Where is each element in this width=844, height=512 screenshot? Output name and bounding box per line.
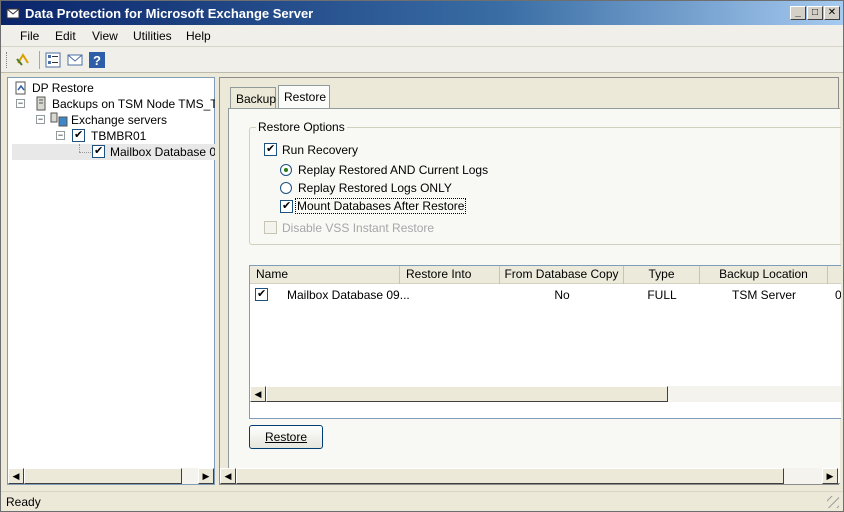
- menu-bar: File Edit View Utilities Help: [1, 25, 843, 47]
- help-icon[interactable]: ?: [88, 51, 106, 69]
- tree-label-root: DP Restore: [32, 81, 94, 95]
- app-window: Data Protection for Microsoft Exchange S…: [0, 0, 844, 512]
- replay-current-option[interactable]: Replay Restored AND Current Logs: [280, 162, 520, 178]
- tree-item-exchange-servers[interactable]: − Exchange servers: [12, 112, 212, 128]
- tree-label-group: Exchange servers: [71, 113, 168, 127]
- scroll-left-icon[interactable]: ◀: [250, 386, 266, 402]
- window-title: Data Protection for Microsoft Exchange S…: [25, 6, 314, 21]
- toolbar-separator: [39, 51, 40, 69]
- refresh-icon[interactable]: [14, 51, 32, 69]
- scroll-thumb[interactable]: [24, 468, 182, 484]
- menu-edit[interactable]: Edit: [55, 29, 76, 43]
- tree-line: [79, 152, 91, 153]
- scroll-left-icon[interactable]: ◀: [220, 468, 236, 484]
- scroll-left-icon[interactable]: ◀: [8, 468, 24, 484]
- menu-help[interactable]: Help: [186, 29, 211, 43]
- column-from-copy[interactable]: From Database Copy: [500, 266, 624, 284]
- row-checkbox[interactable]: [255, 287, 268, 301]
- tree-label-server: TBMBR01: [91, 129, 147, 143]
- backup-list[interactable]: Name Restore Into From Database Copy Typ…: [249, 265, 841, 419]
- cell-type: FULL: [647, 288, 677, 302]
- replay-current-label: Replay Restored AND Current Logs: [298, 163, 489, 177]
- replay-only-option[interactable]: Replay Restored Logs ONLY: [280, 180, 520, 196]
- disable-vss-option[interactable]: Disable VSS Instant Restore: [264, 220, 504, 236]
- cell-from-copy: No: [554, 288, 570, 302]
- scroll-thumb[interactable]: [266, 386, 668, 402]
- tree-item-server[interactable]: − TBMBR01: [12, 128, 212, 144]
- mount-databases-checkbox[interactable]: [280, 199, 293, 213]
- close-button[interactable]: ✕: [824, 6, 840, 20]
- tree-label-database: Mailbox Database 09: [110, 145, 216, 159]
- mount-databases-label: Mount Databases After Restore: [294, 198, 467, 214]
- run-recovery-option[interactable]: Run Recovery: [264, 142, 464, 158]
- replay-only-radio[interactable]: [280, 182, 292, 194]
- restore-options-title: Restore Options: [256, 120, 347, 134]
- column-overflow[interactable]: [828, 266, 841, 284]
- menu-view[interactable]: View: [92, 29, 118, 43]
- app-icon: [6, 8, 20, 19]
- scroll-right-icon[interactable]: ▶: [822, 468, 838, 484]
- list-horizontal-scrollbar[interactable]: ◀: [250, 386, 841, 402]
- disable-vss-label: Disable VSS Instant Restore: [282, 221, 435, 235]
- column-name[interactable]: Name: [250, 266, 400, 284]
- restore-node-icon: [15, 81, 26, 95]
- cell-location: TSM Server: [731, 288, 796, 302]
- server-icon: [36, 96, 46, 111]
- disable-vss-checkbox[interactable]: [264, 221, 277, 234]
- tree-pane: DP Restore − Backups on TSM Node TMS_TBM…: [7, 77, 244, 485]
- server-group-icon: [50, 112, 68, 127]
- restore-options-group: Restore Options Run Recovery Replay Rest…: [249, 120, 841, 245]
- menu-utilities[interactable]: Utilities: [133, 29, 172, 43]
- title-bar[interactable]: Data Protection for Microsoft Exchange S…: [1, 1, 843, 25]
- replay-only-label: Replay Restored Logs ONLY: [298, 181, 452, 195]
- status-text: Ready: [6, 495, 41, 509]
- table-row[interactable]: Mailbox Database 09... No FULL TSM Serve…: [250, 286, 841, 304]
- restore-button-label: Restore: [264, 430, 308, 444]
- resize-grip-icon[interactable]: [827, 496, 839, 508]
- tree-item-dp-restore[interactable]: DP Restore: [12, 80, 212, 96]
- status-bar: Ready: [1, 491, 843, 511]
- collapse-icon[interactable]: −: [36, 115, 45, 124]
- collapse-icon[interactable]: −: [56, 131, 65, 140]
- tree-item-tsm-node[interactable]: − Backups on TSM Node TMS_TBMB: [12, 96, 244, 112]
- scroll-right-icon[interactable]: ▶: [198, 468, 214, 484]
- properties-list-icon[interactable]: [44, 51, 62, 69]
- restore-button[interactable]: Restore: [249, 425, 323, 449]
- cell-overflow: 0: [835, 288, 841, 302]
- collapse-icon[interactable]: −: [16, 99, 25, 108]
- replay-current-radio[interactable]: [280, 164, 292, 176]
- email-icon[interactable]: [66, 51, 84, 69]
- database-checkbox[interactable]: [92, 144, 105, 158]
- details-pane: Backup Restore Restore Options Run Recov…: [219, 77, 841, 485]
- server-checkbox[interactable]: [72, 128, 85, 142]
- cell-name: Mailbox Database 09...: [287, 288, 410, 302]
- column-restore-into[interactable]: Restore Into: [400, 266, 500, 284]
- tree-item-database[interactable]: Mailbox Database 09: [12, 144, 216, 160]
- maximize-button[interactable]: □: [807, 6, 823, 20]
- minimize-button[interactable]: _: [790, 6, 806, 20]
- tab-backup[interactable]: Backup: [230, 87, 276, 109]
- restore-tab-panel: Restore Options Run Recovery Replay Rest…: [228, 108, 841, 484]
- column-backup-location[interactable]: Backup Location: [700, 266, 828, 284]
- list-header: Name Restore Into From Database Copy Typ…: [250, 266, 841, 284]
- menu-file[interactable]: File: [20, 29, 39, 43]
- details-horizontal-scrollbar[interactable]: ◀ ▶: [220, 468, 838, 484]
- tab-restore[interactable]: Restore: [278, 85, 330, 108]
- toolbar-grip[interactable]: [6, 52, 9, 68]
- tree-line: [79, 144, 80, 152]
- column-type[interactable]: Type: [624, 266, 700, 284]
- toolbar: ?: [1, 47, 843, 73]
- svg-text:?: ?: [93, 53, 101, 68]
- run-recovery-label: Run Recovery: [282, 143, 359, 157]
- scroll-thumb[interactable]: [236, 468, 784, 484]
- run-recovery-checkbox[interactable]: [264, 142, 277, 156]
- mount-databases-option[interactable]: Mount Databases After Restore: [280, 198, 520, 215]
- tree-horizontal-scrollbar[interactable]: ◀ ▶: [8, 468, 214, 484]
